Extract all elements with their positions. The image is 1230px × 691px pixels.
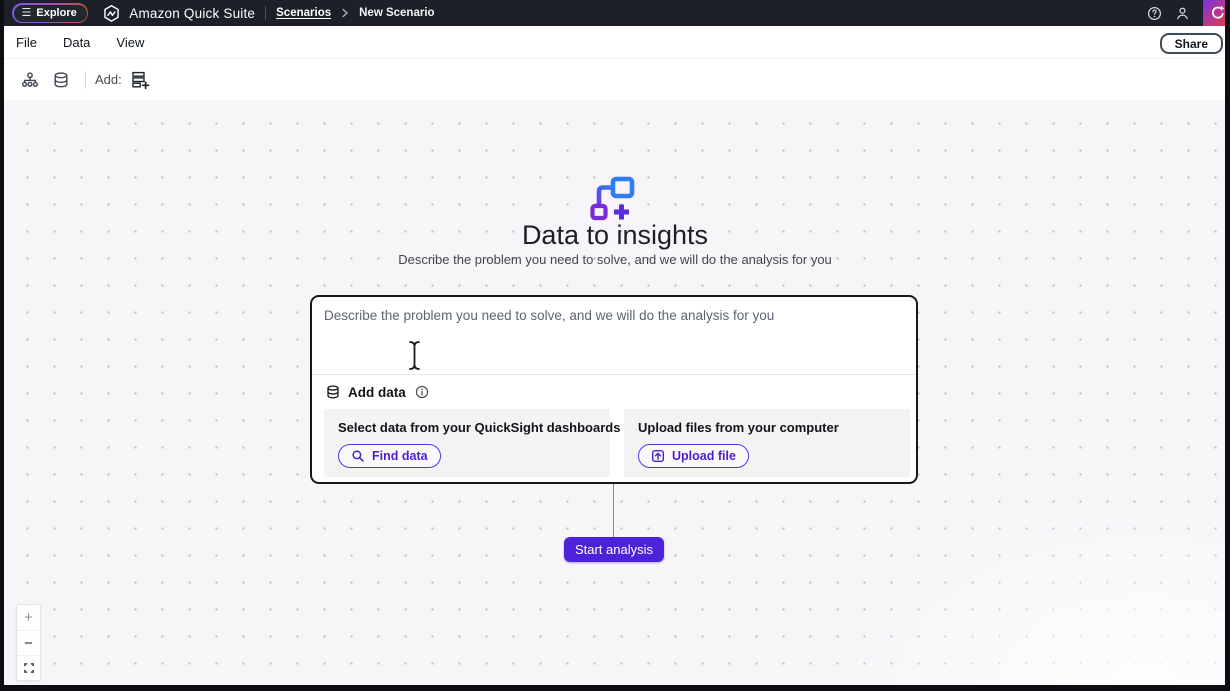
fit-view-button[interactable] [17,655,40,680]
menu-data[interactable]: Data [63,35,90,50]
window-edge-bottom [0,685,1230,691]
zoom-out-button[interactable]: − [17,630,40,655]
explore-button-label: Explore [36,7,76,19]
upload-panel-title: Upload files from your computer [638,420,896,435]
menu-view[interactable]: View [116,35,144,50]
add-dataset-icon[interactable] [130,70,150,90]
upload-files-panel: Upload files from your computer Upload f… [624,409,910,477]
zoom-in-icon: + [24,609,33,626]
data-view-icon[interactable] [52,71,70,89]
upload-file-button-label: Upload file [672,449,736,463]
zoom-controls: + − [16,604,41,681]
help-button[interactable] [1143,2,1165,24]
top-app-bar: ☰ Explore Amazon Quick Suite Scenarios N… [0,0,1230,26]
quick-suite-logo-icon [102,4,121,23]
add-data-header: Add data [325,381,429,403]
canvas-glow [810,485,1230,685]
toolbar: Add: [0,58,1230,100]
info-icon[interactable] [415,385,429,399]
card-divider [312,374,916,375]
fit-view-icon [23,662,35,674]
user-account-button[interactable] [1171,2,1193,24]
window-edge-right [1225,0,1230,691]
find-data-button[interactable]: Find data [338,444,441,468]
zoom-in-button[interactable]: + [17,605,40,630]
add-data-label: Add data [348,385,406,400]
topbar-divider [265,6,266,20]
empty-state-title: Data to insights [0,220,1230,251]
menu-bar: File Data View Share [0,26,1230,58]
upload-icon [651,449,665,463]
start-analysis-button[interactable]: Start analysis [564,537,664,562]
breadcrumb-chevron-icon [340,8,350,18]
upload-file-button[interactable]: Upload file [638,444,749,468]
menu-file[interactable]: File [16,35,37,50]
prompt-card: Add data Select data from your QuickSigh… [310,295,918,484]
scenario-canvas[interactable]: Data to insights Describe the problem yo… [0,100,1230,685]
toolbar-divider [85,71,86,89]
problem-description-input[interactable] [312,297,916,372]
flow-view-icon[interactable] [21,71,39,89]
breadcrumb-current: New Scenario [359,7,434,19]
share-button[interactable]: Share [1160,33,1223,54]
breadcrumb-scenarios-link[interactable]: Scenarios [276,7,331,19]
add-label: Add: [95,72,122,87]
flow-connector-line [613,484,614,538]
quicksight-data-panel: Select data from your QuickSight dashboa… [324,409,610,477]
database-icon [325,384,341,400]
find-data-button-label: Find data [372,449,428,463]
app-title: Amazon Quick Suite [129,6,255,21]
zoom-out-icon: − [24,635,33,652]
empty-state-subtitle: Describe the problem you need to solve, … [0,252,1230,267]
window-edge-left [0,0,4,691]
quicksight-panel-title: Select data from your QuickSight dashboa… [338,420,596,435]
explore-button[interactable]: ☰ Explore [12,3,88,23]
search-icon [351,449,365,463]
hamburger-icon: ☰ [22,8,32,19]
